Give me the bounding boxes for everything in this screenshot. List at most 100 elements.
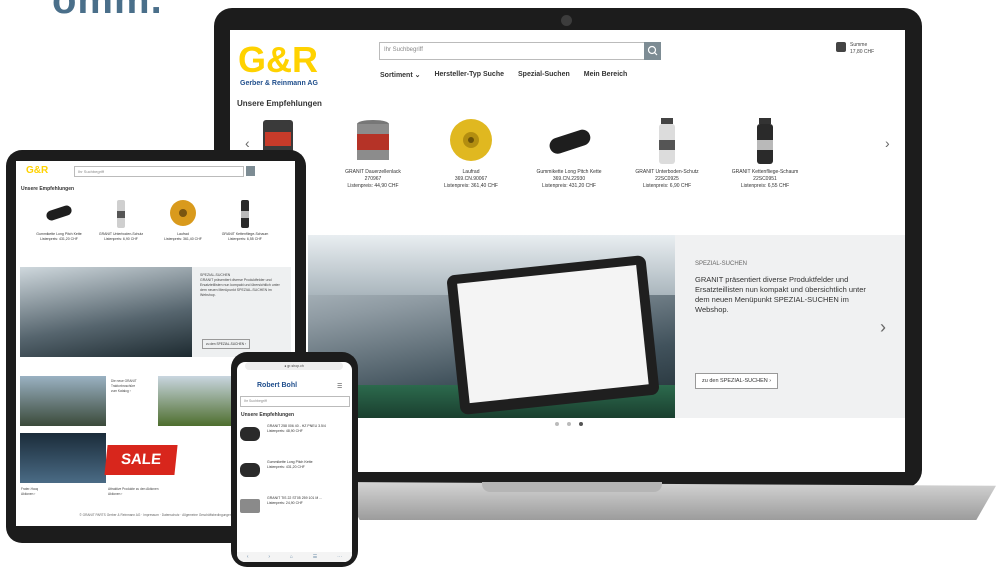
product-tire-image: [240, 427, 260, 441]
product-spray-image: [117, 200, 125, 228]
tablet-tile-title: Die neue GRANIT Traktorbroschüre: [111, 379, 137, 388]
carousel-dot-active[interactable]: [579, 422, 583, 426]
product-name: GRANIT Dauerzellenlack: [345, 169, 401, 175]
phone-list-item[interactable]: Gummikette Long Pitch Kette Listenpreis:…: [240, 460, 350, 490]
carousel-next-arrow[interactable]: ›: [885, 135, 890, 151]
phone-search-input[interactable]: Ihr Suchbegriff: [240, 396, 350, 407]
banner-tablet-image: [446, 254, 660, 416]
tablet-search-button[interactable]: [246, 166, 255, 176]
tablet-banner-text: GRANIT präsentiert diverse Produktfelder…: [200, 278, 280, 297]
main-nav: Sortiment ⌄ Hersteller-Typ Suche Spezial…: [380, 71, 627, 79]
tablet-product-card[interactable]: GRANIT Unterboden-Schutz Listenpreis: 6,…: [96, 196, 146, 242]
tablet-search-input[interactable]: Ihr Suchbegriff: [74, 166, 244, 177]
product-card[interactable]: GRANIT Kettenfliege-Schaum 22SC0951 List…: [720, 114, 810, 190]
section-title: Unsere Empfehlungen: [237, 99, 322, 108]
hero-banner[interactable]: SPEZIAL-SUCHEN GRANIT präsentiert divers…: [308, 235, 905, 418]
more-icon[interactable]: ⋯: [337, 552, 342, 562]
banner-info-panel: SPEZIAL-SUCHEN GRANIT präsentiert divers…: [675, 235, 905, 418]
tablet-tile-text: Attraktive Produkte zu den Aktionen Akti…: [108, 487, 198, 497]
phone-url-bar[interactable]: ● gr-shop.ch: [245, 362, 343, 370]
tablet-product-card[interactable]: Laufrad Listenpreis: 361,40 CHF: [158, 196, 208, 242]
banner-title: SPEZIAL-SUCHEN: [695, 261, 748, 267]
phone-list-item[interactable]: GRANIT 258 006 40 - HZ PNEU 3.5/4 Listen…: [240, 424, 350, 454]
product-card[interactable]: GRANIT Dauerzellenlack 270967 Listenprei…: [328, 114, 418, 190]
phone-browser-bar: ‹ › ⌂ ☰ ⋯: [237, 552, 352, 562]
tablet-product-price: Listenpreis: 6,90 CHF: [104, 237, 138, 241]
tablet-banner-photo: [20, 267, 192, 357]
back-icon[interactable]: ‹: [247, 552, 249, 562]
product-name: GRANIT Kettenfliege-Schaum: [731, 169, 799, 175]
phone-list-item[interactable]: GRANIT TIS 22 ST05 259 101 M ... Listenp…: [240, 496, 350, 526]
phone-section-title: Unsere Empfehlungen: [241, 412, 295, 418]
product-code: 22SC0951: [753, 176, 777, 182]
tablet-tile-text: Frater-Hooq Aktionen ›: [21, 487, 101, 497]
product-spray-image: [241, 200, 249, 228]
tablet-search-placeholder: Ihr Suchbegriff: [78, 169, 104, 174]
home-icon[interactable]: ⌂: [290, 552, 293, 562]
phone-item-text: GRANIT 258 006 40 - HZ PNEU 3.5/4 Listen…: [267, 424, 347, 434]
forward-icon[interactable]: ›: [268, 552, 270, 562]
sale-badge[interactable]: SALE: [104, 445, 178, 475]
product-name: Gummikette Long Pitch Kette: [536, 169, 602, 175]
phone-item-text: GRANIT TIS 22 ST05 259 101 M ... Listenp…: [267, 496, 347, 506]
tablet-logo[interactable]: G&R: [26, 165, 48, 176]
tablet-section-title: Unsere Empfehlungen: [21, 186, 75, 192]
phone-screen: ● gr-shop.ch Robert Bohl ☰ Ihr Suchbegri…: [237, 362, 352, 562]
search-input[interactable]: Ihr Suchbegriff: [379, 42, 661, 60]
phone-item-price: Listenpreis: 431,20 CHF: [267, 465, 305, 469]
product-name: Laufrad: [462, 169, 480, 175]
product-name: GRANIT Unterboden-Schutz: [635, 169, 699, 175]
product-spray-image: [659, 118, 675, 164]
product-track-image: [549, 129, 591, 154]
tablet-tile-link[interactable]: zum Katalog ›: [111, 389, 156, 394]
product-code: 270967: [364, 176, 382, 182]
product-carousel: eknestack CHF GRANIT Dauerzellenlack 270…: [263, 114, 879, 222]
nav-item-mein-bereich[interactable]: Mein Bereich: [584, 71, 628, 79]
banner-next-arrow[interactable]: ›: [880, 317, 886, 338]
tablet-banner-button[interactable]: zu den SPEZIAL-SUCHEN ›: [202, 339, 251, 349]
laptop-notch: [482, 482, 662, 492]
tablet-tile-link[interactable]: Aktionen ›: [108, 492, 198, 497]
tablet-hero-banner[interactable]: SPEZIAL-SUCHEN GRANIT präsentiert divers…: [20, 267, 291, 357]
logo[interactable]: G&R: [238, 42, 318, 78]
product-can-image: [357, 120, 389, 160]
tablet-product-card[interactable]: Gummikette Long Pitch Kette Listenpreis:…: [34, 196, 84, 242]
search-button[interactable]: [644, 42, 661, 60]
tablet-tile-image[interactable]: [20, 433, 106, 483]
phone-item-price: Listenpreis: 24,90 CHF: [267, 501, 303, 505]
menu-icon[interactable]: ☰: [337, 383, 342, 390]
phone-logo[interactable]: Robert Bohl: [257, 382, 297, 389]
nav-item-hersteller[interactable]: Hersteller-Typ Suche: [434, 71, 504, 79]
product-price: Listenpreis: 431,20 CHF: [542, 183, 596, 189]
phone-item-price: Listenpreis: 48,90 CHF: [267, 429, 303, 433]
tablet-product-price: Listenpreis: 431,20 CHF: [40, 237, 78, 241]
tablet-product-price: Listenpreis: 6,55 CHF: [228, 237, 262, 241]
tablet-product-card[interactable]: GRANIT Kettenfliege-Schaum Listenpreis: …: [220, 196, 270, 242]
tablet-tile-image[interactable]: [20, 376, 106, 426]
product-card[interactable]: GRANIT Unterboden-Schutz 22SC0925 Listen…: [622, 114, 712, 190]
carousel-dot[interactable]: [567, 422, 571, 426]
banner-text: GRANIT präsentiert diverse Produktfelder…: [695, 275, 866, 314]
search-placeholder: Ihr Suchbegriff: [384, 47, 423, 53]
product-price: Listenpreis: 6,55 CHF: [740, 183, 790, 189]
product-code: 22SC0925: [655, 176, 679, 182]
cart-summary[interactable]: Summe 17,80 CHF: [850, 42, 874, 56]
nav-item-spezial[interactable]: Spezial-Suchen: [518, 71, 570, 79]
product-card[interactable]: Laufrad 369.CN.90067 Listenpreis: 361,40…: [426, 114, 516, 190]
product-code: 369.CN.90067: [454, 176, 488, 182]
product-spray-image: [757, 118, 773, 164]
product-part-image: [240, 499, 260, 513]
product-wheel-image: [170, 200, 196, 226]
product-card[interactable]: Gummikette Long Pitch Kette 369.CN.22930…: [524, 114, 614, 190]
camera-icon: [561, 15, 572, 26]
cart-icon[interactable]: [836, 42, 846, 52]
tablet-tile-link[interactable]: Aktionen ›: [21, 492, 101, 497]
product-track-image: [240, 463, 260, 477]
carousel-dots: [555, 422, 583, 426]
tablet-product-carousel: Gummikette Long Pitch Kette Listenpreis:…: [34, 196, 284, 266]
nav-item-sortiment[interactable]: Sortiment ⌄: [380, 71, 420, 79]
banner-button[interactable]: zu den SPEZIAL-SUCHEN ›: [695, 373, 779, 389]
tabs-icon[interactable]: ☰: [313, 552, 317, 562]
laptop-base: [340, 482, 996, 520]
carousel-dot[interactable]: [555, 422, 559, 426]
